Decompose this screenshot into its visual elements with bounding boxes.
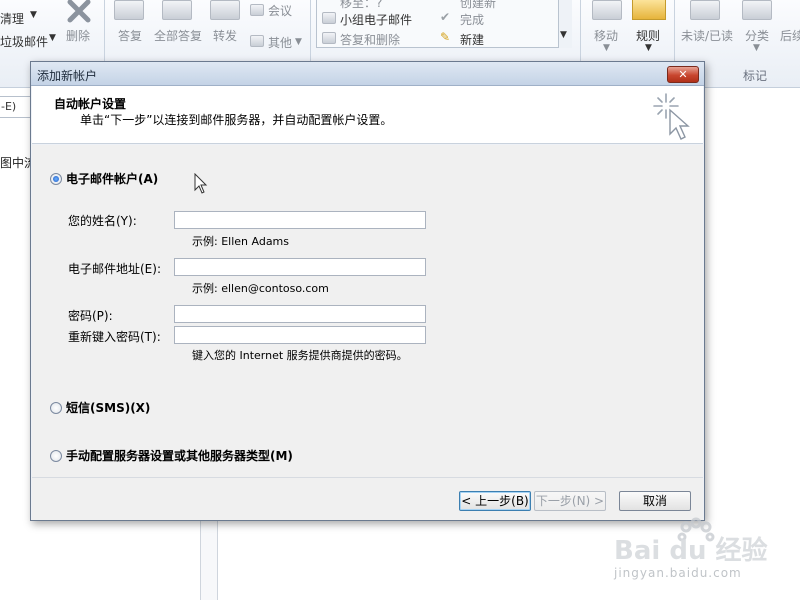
password-hint: 键入您的 Internet 服务提供商提供的密码。 — [192, 349, 408, 362]
watermark-url: jingyan.baidu.com — [614, 566, 742, 580]
categorize-button[interactable]: 分类 — [745, 27, 769, 44]
quickstep-new[interactable]: 新建 — [460, 31, 484, 48]
password-label: 密码(P): — [68, 309, 113, 323]
reply-delete-icon — [322, 32, 336, 44]
more-button[interactable]: 其他 — [268, 34, 292, 51]
chevron-down-icon: ▼ — [295, 37, 302, 47]
meeting-icon — [250, 4, 264, 16]
add-account-dialog: 添加新帐户 ✕ 自动帐户设置 单击“下一步”以连接到邮件服务器，并自动配置帐户设… — [30, 61, 705, 521]
new-quickstep-icon: ✎ — [440, 30, 451, 44]
categorize-icon — [742, 0, 772, 20]
gallery-scroll[interactable] — [558, 0, 572, 48]
email-example: 示例: ellen@contoso.com — [192, 282, 329, 295]
email-account-radio[interactable] — [50, 172, 62, 185]
wizard-sparkle-cursor-icon — [653, 93, 690, 140]
forward-icon — [210, 0, 240, 20]
chevron-down-icon: ▼ — [645, 43, 652, 53]
meeting-button[interactable]: 会议 — [268, 2, 292, 19]
forward-button[interactable]: 转发 — [213, 27, 237, 44]
back-button[interactable]: < 上一步(B) — [459, 491, 531, 511]
email-field[interactable] — [174, 258, 426, 276]
dialog-header: 自动帐户设置 单击“下一步”以连接到邮件服务器，并自动配置帐户设置。 — [32, 86, 703, 144]
name-example: 示例: Ellen Adams — [192, 235, 290, 248]
manual-setup-label[interactable]: 手动配置服务器设置或其他服务器类型(M) — [66, 447, 293, 464]
option-sms[interactable]: 短信(SMS)(X) — [50, 399, 150, 416]
team-email-icon — [322, 12, 336, 24]
quickstep-team-email[interactable]: 小组电子邮件 — [340, 11, 412, 28]
chevron-down-icon: ▼ — [603, 43, 610, 53]
rules-icon — [632, 0, 666, 20]
dialog-title: 添加新帐户 — [37, 69, 98, 83]
followup-button[interactable]: 后续 — [780, 27, 800, 44]
header-description: 单击“下一步”以连接到邮件服务器，并自动配置帐户设置。 — [80, 113, 393, 127]
header-title: 自动帐户设置 — [54, 97, 127, 111]
password-field[interactable] — [174, 305, 426, 323]
more-icon — [250, 35, 264, 47]
quickstep-done[interactable]: 完成 — [460, 11, 484, 28]
retype-password-field[interactable] — [174, 326, 426, 344]
mouse-cursor-icon — [194, 173, 208, 194]
unread-read-icon — [690, 0, 720, 20]
option-manual-setup[interactable]: 手动配置服务器设置或其他服务器类型(M) — [50, 447, 293, 464]
quickstep-reply-delete[interactable]: 答复和删除 — [340, 31, 400, 48]
close-icon: ✕ — [678, 68, 688, 81]
reply-all-button[interactable]: 全部答复 — [154, 27, 202, 44]
name-field[interactable] — [174, 211, 426, 229]
sms-label[interactable]: 短信(SMS)(X) — [66, 399, 150, 416]
move-button[interactable]: 移动 — [594, 27, 618, 44]
name-label: 您的姓名(Y): — [68, 214, 137, 228]
manual-setup-radio[interactable] — [50, 449, 62, 462]
email-label: 电子邮件地址(E): — [68, 262, 161, 276]
ribbon-group-label-tags: 标记 — [743, 69, 768, 83]
dialog-titlebar[interactable]: 添加新帐户 ✕ — [31, 62, 704, 86]
reply-button[interactable]: 答复 — [118, 27, 142, 44]
ribbon-junk-label[interactable]: 垃圾邮件 — [0, 33, 48, 50]
reply-all-icon — [162, 0, 192, 20]
search-input[interactable]: -E) — [0, 96, 32, 118]
dialog-footer: < 上一步(B) 下一步(N) > 取消 — [32, 477, 703, 520]
pane-divider[interactable] — [200, 520, 218, 600]
cancel-button[interactable]: 取消 — [619, 491, 691, 511]
chevron-down-icon: ▼ — [753, 43, 760, 53]
unread-read-button[interactable]: 未读/已读 — [681, 27, 733, 44]
next-button[interactable]: 下一步(N) > — [534, 491, 606, 511]
quickstep-move-to[interactable]: 移至：? — [340, 0, 382, 11]
retype-password-label: 重新键入密码(T): — [68, 330, 161, 344]
chevron-down-icon: ▼ — [49, 33, 56, 43]
ribbon-clean-label[interactable]: 清理 — [0, 10, 24, 27]
option-email-account[interactable]: 电子邮件帐户(A) — [50, 170, 158, 187]
watermark-logo-text: Bai du 经验 — [614, 535, 768, 566]
rules-button[interactable]: 规则 — [636, 27, 660, 44]
gallery-expand-icon[interactable]: ▼ — [560, 30, 567, 40]
close-button[interactable]: ✕ — [667, 66, 699, 83]
check-icon: ✔ — [440, 10, 451, 24]
delete-button[interactable]: 删除 — [66, 27, 90, 44]
sms-radio[interactable] — [50, 401, 62, 414]
move-icon — [592, 0, 622, 20]
email-account-label[interactable]: 电子邮件帐户(A) — [66, 170, 158, 187]
reply-icon — [114, 0, 144, 20]
chevron-down-icon: ▼ — [30, 10, 37, 20]
delete-icon[interactable] — [66, 0, 92, 24]
quickstep-create-new[interactable]: 创建新 — [460, 0, 496, 11]
dialog-content: 电子邮件帐户(A) 您的姓名(Y): 示例: Ellen Adams 电子邮件地… — [32, 145, 703, 477]
